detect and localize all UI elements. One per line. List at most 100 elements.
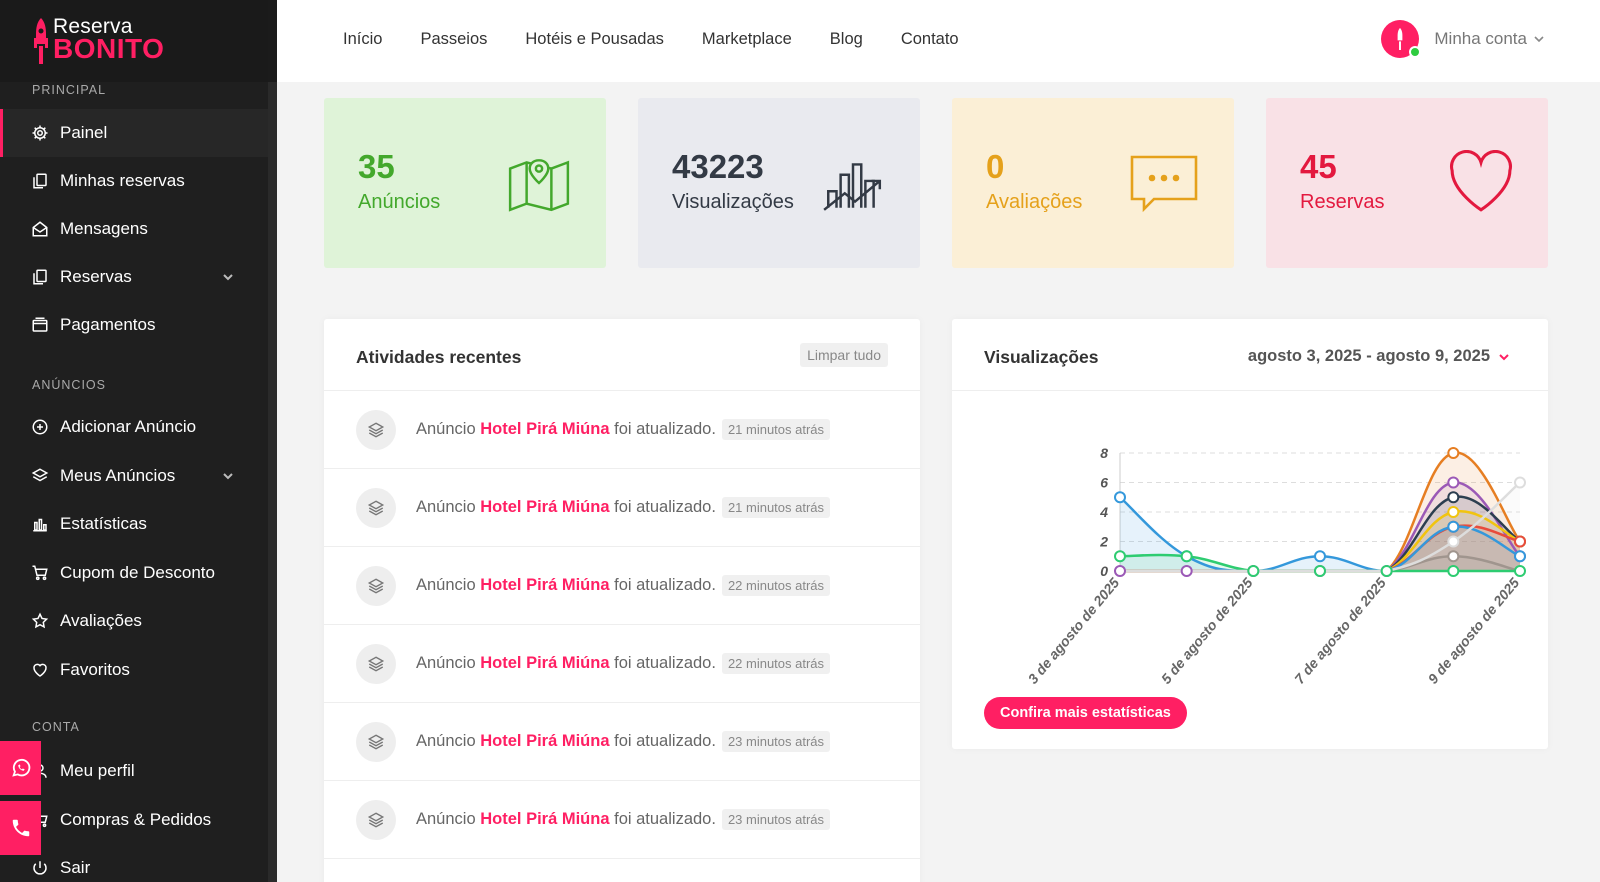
- nav-passeios[interactable]: Passeios: [420, 30, 487, 49]
- activity-time: 22 minutos atrás: [721, 575, 831, 596]
- list-item[interactable]: Anúncio Hotel Pirá Miúna foi atualizado.…: [324, 625, 920, 703]
- activities-header: Atividades recentes Limpar tudo: [324, 319, 920, 391]
- y-tick-label: 2: [1099, 534, 1108, 550]
- data-point: [1447, 520, 1460, 533]
- sidebar-item-cupom-de-desconto[interactable]: Cupom de Desconto: [0, 549, 268, 597]
- x-tick-label: 9 de agosto de 2025: [1425, 574, 1523, 686]
- data-point: [1514, 476, 1526, 489]
- activity-listing-link[interactable]: Hotel Pirá Miúna: [480, 654, 609, 672]
- sidebar-item-mensagens[interactable]: Mensagens: [0, 205, 268, 253]
- phone-button[interactable]: [0, 801, 41, 855]
- whatsapp-button[interactable]: [0, 741, 41, 795]
- activity-prefix: Anúncio: [416, 732, 476, 750]
- sidebar-item-meus-anuncios[interactable]: Meus Anúncios: [0, 452, 268, 500]
- y-tick-label: 8: [1100, 445, 1108, 461]
- sidebar-item-label: Avaliações: [60, 611, 142, 630]
- stat-label: Anúncios: [358, 191, 441, 213]
- activity-listing-link[interactable]: Hotel Pirá Miúna: [480, 810, 609, 828]
- activities-panel: Atividades recentes Limpar tudo Anúncio …: [324, 319, 920, 882]
- chevron-down-icon: [223, 274, 233, 281]
- data-point: [1314, 565, 1326, 577]
- data-point: [1114, 550, 1126, 563]
- x-tick-label: 3 de agosto de 2025: [1025, 574, 1123, 686]
- activity-listing-link[interactable]: Hotel Pirá Miúna: [480, 732, 609, 750]
- main-nav: Início Passeios Hotéis e Pousadas Market…: [343, 30, 997, 49]
- sidebar-item-estatisticas[interactable]: Estatísticas: [0, 500, 268, 548]
- envelope-icon: [30, 219, 50, 239]
- layers-icon: [356, 721, 396, 762]
- chevron-down-icon: [1499, 353, 1509, 360]
- activity-prefix: Anúncio: [416, 498, 476, 516]
- clear-all-button[interactable]: Limpar tudo: [800, 343, 888, 367]
- data-point: [1114, 491, 1126, 504]
- logo-text-bottom: BONITO: [53, 33, 165, 64]
- nav-contato[interactable]: Contato: [901, 30, 959, 49]
- logo[interactable]: Reserva BONITO: [0, 0, 268, 82]
- star-icon: [30, 611, 50, 631]
- top-header: Início Passeios Hotéis e Pousadas Market…: [277, 0, 1600, 82]
- copy-icon: [30, 171, 50, 191]
- sidebar-item-painel[interactable]: Painel: [0, 109, 268, 157]
- stat-value: 45: [1300, 148, 1337, 185]
- avatar[interactable]: [1381, 20, 1422, 58]
- layers-icon: [356, 487, 396, 528]
- layers-icon: [356, 643, 396, 684]
- activity-text: Anúncio Hotel Pirá Miúna foi atualizado.: [416, 420, 716, 439]
- activity-suffix: foi atualizado.: [614, 498, 716, 516]
- stat-value: 35: [358, 148, 395, 185]
- list-item[interactable]: Anúncio Hotel Pirá Miúna foi atualizado.…: [324, 547, 920, 625]
- stat-label: Reservas: [1300, 191, 1385, 213]
- sidebar-item-label: Minhas reservas: [60, 171, 185, 190]
- stat-value: 43223: [672, 148, 764, 185]
- activity-suffix: foi atualizado.: [614, 420, 716, 438]
- plus-circle-icon: [30, 417, 50, 437]
- stat-card-reservas: 45 Reservas: [1266, 98, 1548, 268]
- activity-text: Anúncio Hotel Pirá Miúna foi atualizado.: [416, 498, 716, 517]
- activity-prefix: Anúncio: [416, 576, 476, 594]
- y-tick-label: 4: [1099, 504, 1108, 520]
- sidebar-item-reservas[interactable]: Reservas: [0, 253, 268, 301]
- more-stats-button[interactable]: Confira mais estatísticas: [984, 697, 1187, 729]
- nav-hoteis[interactable]: Hotéis e Pousadas: [525, 30, 664, 49]
- nav-blog[interactable]: Blog: [830, 30, 863, 49]
- sidebar-item-favoritos[interactable]: Favoritos: [0, 646, 268, 694]
- stat-label: Avaliações: [986, 191, 1083, 213]
- list-item[interactable]: Anúncio Hotel Pirá Miúna foi atualizado.…: [324, 469, 920, 547]
- sidebar-item-adicionar-anuncio[interactable]: Adicionar Anúncio: [0, 403, 268, 451]
- sidebar-scrollbar[interactable]: [268, 82, 277, 882]
- map-icon: [508, 159, 570, 212]
- sidebar-item-avaliacoes[interactable]: Avaliações: [0, 597, 268, 645]
- sidebar: Reserva BONITO PRINCIPAL Painel Minhas r…: [0, 0, 277, 882]
- account-label[interactable]: Minha conta: [1434, 29, 1527, 49]
- list-item[interactable]: Anúncio Hotel Pirá Miúna foi atualizado.…: [324, 391, 920, 469]
- data-point: [1447, 535, 1460, 548]
- activity-text: Anúncio Hotel Pirá Miúna foi atualizado.: [416, 576, 716, 595]
- date-range-picker[interactable]: agosto 3, 2025 - agosto 9, 2025: [1248, 347, 1510, 366]
- activity-listing-link[interactable]: Hotel Pirá Miúna: [480, 420, 609, 438]
- sidebar-item-label: Compras & Pedidos: [60, 810, 212, 829]
- activity-listing-link[interactable]: Hotel Pirá Miúna: [480, 498, 609, 516]
- nav-marketplace[interactable]: Marketplace: [702, 30, 792, 49]
- list-item[interactable]: Anúncio Hotel Pirá Miúna foi atualizado.…: [324, 781, 920, 859]
- list-item[interactable]: Anúncio Hotel Pirá Miúna foi atualizado.…: [324, 703, 920, 781]
- wallet-icon: [30, 315, 50, 335]
- views-line-chart: 0 2 4 6 8 3 de agosto de 2025 5 de agosto de 2…: [1025, 445, 1526, 687]
- activity-suffix: foi atualizado.: [614, 576, 716, 594]
- sidebar-item-minhas-reservas[interactable]: Minhas reservas: [0, 157, 268, 205]
- sidebar-item-label: Adicionar Anúncio: [60, 417, 197, 436]
- account-menu[interactable]: Minha conta: [1381, 20, 1545, 58]
- nav-inicio[interactable]: Início: [343, 30, 382, 49]
- x-tick-label: 5 de agosto de 2025: [1158, 574, 1256, 686]
- layers-icon: [356, 565, 396, 606]
- data-point: [1380, 565, 1393, 577]
- activity-text: Anúncio Hotel Pirá Miúna foi atualizado.: [416, 810, 716, 829]
- sidebar-item-label: Cupom de Desconto: [60, 563, 215, 582]
- rocket-logo-icon: [34, 18, 48, 64]
- chevron-down-icon: [223, 473, 233, 480]
- data-point: [1514, 535, 1526, 548]
- section-principal: PRINCIPAL: [32, 83, 107, 97]
- activity-listing-link[interactable]: Hotel Pirá Miúna: [480, 576, 609, 594]
- y-tick-label: 6: [1100, 475, 1108, 491]
- sidebar-item-pagamentos[interactable]: Pagamentos: [0, 301, 268, 349]
- gear-icon: [30, 123, 50, 143]
